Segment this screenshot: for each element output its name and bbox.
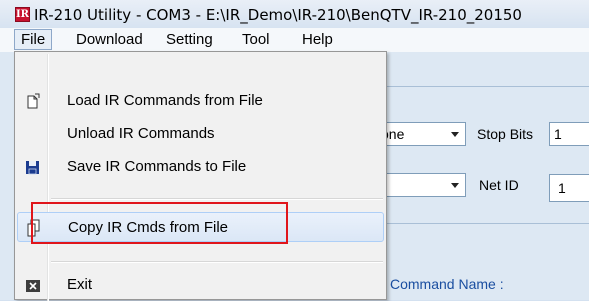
menu-separator (51, 261, 383, 263)
menu-tool[interactable]: Tool (236, 30, 276, 49)
menu-bar: File Download Setting Tool Help (0, 28, 589, 52)
menu-item-exit[interactable]: Exit (17, 270, 384, 300)
menu-setting[interactable]: Setting (160, 30, 219, 49)
parity-select[interactable]: one (376, 122, 466, 146)
menu-item-label: Save IR Commands to File (67, 158, 247, 175)
annotation-highlight-box (31, 202, 288, 244)
command-name-label: Command Name : (390, 276, 504, 292)
stop-bits-label: Stop Bits (477, 126, 534, 142)
menu-file[interactable]: File (14, 29, 53, 50)
exit-icon (25, 279, 41, 295)
menu-download[interactable]: Download (70, 30, 149, 49)
save-disk-icon (25, 159, 41, 175)
stop-bits-value: 1 (554, 126, 562, 142)
menu-separator (51, 198, 383, 200)
chevron-down-icon (451, 183, 459, 188)
app-icon: IR (15, 7, 30, 22)
group-divider-2 (387, 223, 589, 224)
menu-help[interactable]: Help (296, 30, 339, 49)
file-menu-dropdown: Load IR Commands from File Unload IR Com… (14, 51, 387, 301)
menu-item-load-ir-commands[interactable]: Load IR Commands from File (17, 86, 384, 116)
menu-item-unload-ir-commands[interactable]: Unload IR Commands (17, 119, 384, 149)
chevron-down-icon (451, 132, 459, 137)
stop-bits-select[interactable]: 1 (549, 122, 589, 146)
menu-item-label: Unload IR Commands (67, 125, 215, 142)
menu-item-label: Load IR Commands from File (67, 92, 263, 109)
window-title: IR-210 Utility - COM3 - E:\IR_Demo\IR-21… (34, 6, 522, 24)
menu-item-label: Exit (67, 276, 93, 293)
baud-select[interactable] (376, 173, 466, 197)
group-divider (387, 86, 589, 87)
open-file-icon (25, 93, 41, 109)
net-id-label: Net ID (479, 177, 519, 193)
net-id-value: 1 (558, 180, 566, 196)
title-bar: IR IR-210 Utility - COM3 - E:\IR_Demo\IR… (0, 0, 589, 28)
net-id-input[interactable]: 1 (549, 174, 589, 202)
menu-item-save-ir-commands[interactable]: Save IR Commands to File (17, 152, 384, 182)
